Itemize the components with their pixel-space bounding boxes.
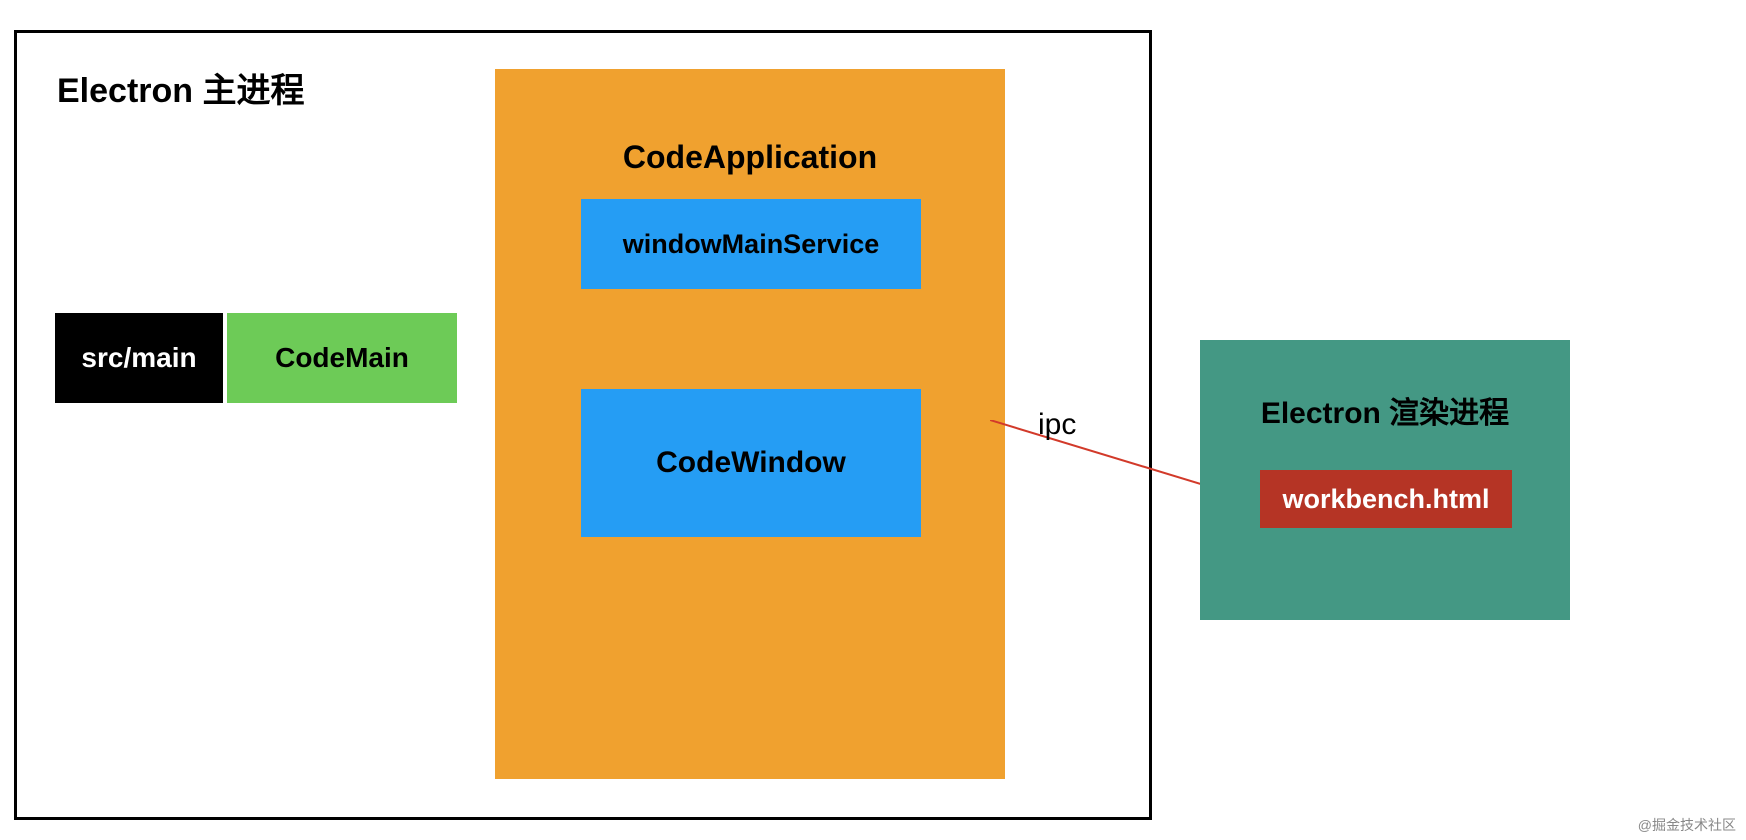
code-application-container: CodeApplication windowMainService CodeWi…	[495, 69, 1005, 779]
watermark-text: @掘金技术社区	[1638, 815, 1736, 835]
main-process-container: Electron 主进程 src/main CodeMain CodeAppli…	[14, 30, 1152, 820]
render-process-container: Electron 渲染进程 workbench.html	[1200, 340, 1570, 620]
codemain-box: CodeMain	[227, 313, 457, 403]
code-window-box: CodeWindow	[581, 389, 921, 537]
code-window-label: CodeWindow	[656, 446, 846, 480]
codemain-label: CodeMain	[275, 342, 409, 374]
code-application-title: CodeApplication	[495, 139, 1005, 176]
render-process-title: Electron 渲染进程	[1200, 388, 1570, 432]
main-process-title: Electron 主进程	[57, 63, 304, 112]
ipc-label: ipc	[1038, 408, 1076, 442]
src-main-box: src/main	[55, 313, 223, 403]
window-main-service-label: windowMainService	[623, 229, 880, 260]
workbench-html-label: workbench.html	[1282, 484, 1489, 515]
window-main-service-box: windowMainService	[581, 199, 921, 289]
src-main-label: src/main	[81, 342, 196, 374]
workbench-html-box: workbench.html	[1260, 470, 1512, 528]
